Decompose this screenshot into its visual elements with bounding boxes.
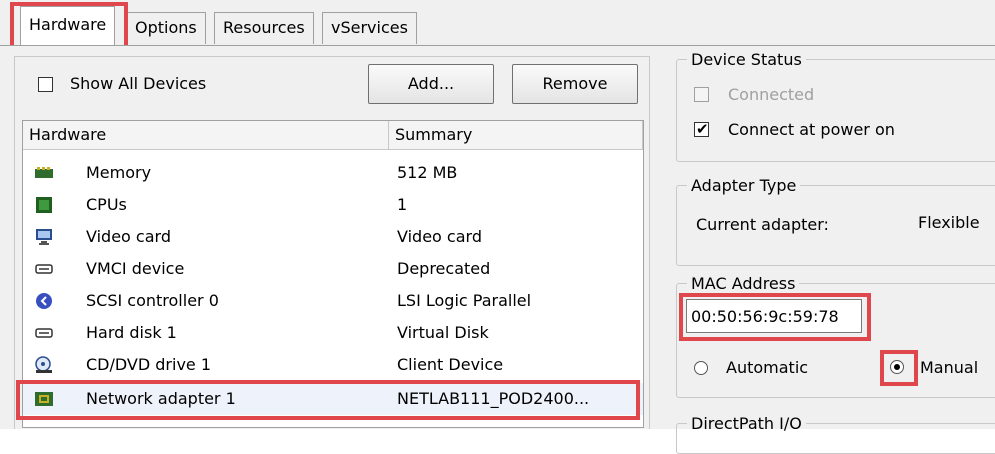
cdrom-icon [35, 356, 52, 373]
tab-hardware-label: Hardware [29, 15, 107, 34]
device-icon [35, 264, 53, 274]
memory-icon [35, 167, 53, 178]
hardware-name: Video card [86, 227, 171, 246]
table-row-selected[interactable]: Network adapter 1 NETLAB111_POD2400... [23, 383, 643, 415]
tab-strip: Hardware Options Resources vServices [0, 0, 995, 46]
mac-address-title: MAC Address [691, 274, 796, 293]
tab-vservices[interactable]: vServices [322, 12, 417, 44]
hardware-name: SCSI controller 0 [86, 291, 219, 310]
column-header-hardware[interactable]: Hardware [23, 121, 389, 149]
table-row[interactable]: Hard disk 1 Virtual Disk [23, 317, 643, 349]
hardware-summary: Video card [397, 227, 482, 246]
connect-at-power-on-checkbox[interactable]: ✔ [694, 120, 709, 138]
table-row[interactable]: SCSI controller 0 LSI Logic Parallel [23, 285, 643, 317]
tab-resources[interactable]: Resources [214, 12, 314, 44]
hardware-summary: LSI Logic Parallel [397, 291, 532, 310]
hardware-name: VMCI device [86, 259, 185, 278]
table-row[interactable]: CD/DVD drive 1 Client Device [23, 349, 643, 381]
automatic-radio[interactable] [694, 361, 708, 375]
hardware-summary: NETLAB111_POD2400... [397, 389, 590, 408]
hardware-name: CD/DVD drive 1 [86, 355, 212, 374]
scsi-icon [36, 293, 52, 309]
disk-icon [35, 328, 53, 338]
column-header-summary[interactable]: Summary [389, 121, 643, 149]
current-adapter-value: Flexible [918, 213, 980, 232]
connected-label: Connected [728, 85, 815, 104]
hardware-name: Memory [86, 163, 152, 182]
connect-at-power-on-label: Connect at power on [728, 120, 895, 139]
table-row[interactable]: CPUs 1 [23, 189, 643, 221]
hardware-table: Hardware Summary Memory 512 MB CPUs 1 Vi… [22, 120, 644, 428]
device-status-group: Device Status [676, 50, 995, 162]
hardware-summary: Deprecated [397, 259, 491, 278]
hardware-summary: 1 [397, 195, 408, 214]
table-row[interactable]: VMCI device Deprecated [23, 253, 643, 285]
show-all-devices-label: Show All Devices [70, 74, 207, 93]
table-row[interactable]: Video card Video card [23, 221, 643, 253]
current-adapter-label: Current adapter: [696, 215, 829, 234]
checkmark-icon: ✔ [696, 120, 709, 138]
remove-button[interactable]: Remove [512, 64, 638, 104]
add-button-label: Add... [407, 74, 455, 93]
tab-resources-label: Resources [223, 18, 305, 37]
manual-label: Manual [920, 358, 979, 377]
cpu-icon [36, 197, 52, 213]
manual-radio[interactable] [890, 360, 904, 374]
monitor-icon [36, 229, 52, 245]
network-card-icon [35, 392, 53, 406]
mac-address-input[interactable] [686, 299, 862, 333]
hardware-name: CPUs [86, 195, 127, 214]
connected-checkbox[interactable] [694, 87, 709, 102]
table-row[interactable]: Memory 512 MB [23, 157, 643, 189]
table-header: Hardware Summary [23, 121, 643, 150]
add-button[interactable]: Add... [368, 64, 494, 104]
tab-hardware[interactable]: Hardware [20, 6, 116, 46]
tab-options[interactable]: Options [126, 12, 206, 44]
hardware-name: Hard disk 1 [86, 323, 177, 342]
hardware-summary: Client Device [397, 355, 504, 374]
tab-options-label: Options [135, 18, 197, 37]
show-all-devices-checkbox[interactable] [38, 77, 53, 92]
remove-button-label: Remove [542, 74, 608, 93]
automatic-label: Automatic [726, 358, 809, 377]
device-status-title: Device Status [691, 50, 802, 69]
hardware-summary: Virtual Disk [397, 323, 489, 342]
directpath-title: DirectPath I/O [691, 414, 802, 433]
radio-selected-dot [894, 364, 900, 370]
adapter-type-title: Adapter Type [691, 176, 797, 195]
mac-address-group: MAC Address [676, 274, 995, 398]
hardware-summary: 512 MB [397, 163, 458, 182]
tab-vservices-label: vServices [331, 18, 408, 37]
directpath-group: DirectPath I/O [676, 414, 995, 454]
hardware-name: Network adapter 1 [86, 389, 236, 408]
